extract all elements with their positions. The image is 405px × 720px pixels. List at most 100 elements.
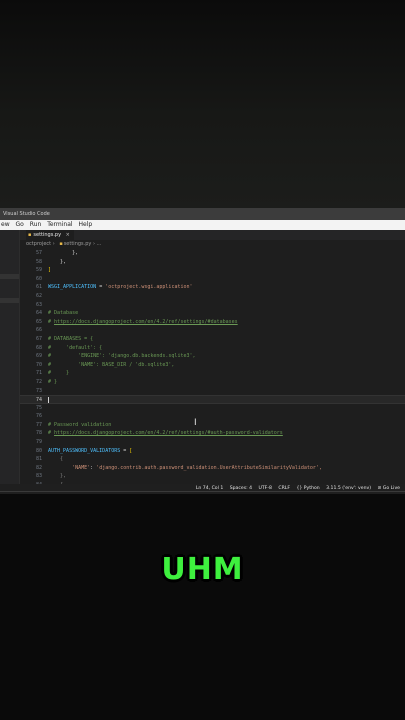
code-line[interactable]: 83 }, [20, 472, 405, 481]
line-number: 77 [35, 421, 42, 428]
code-text: }, [48, 473, 67, 480]
menu-item-help[interactable]: Help [79, 220, 93, 230]
code-text: AUTH_PASSWORD_VALIDATORS = [ [48, 447, 133, 454]
line-number: 68 [35, 344, 42, 351]
tab-settings-py[interactable]: ▪ settings.py × [26, 230, 74, 240]
code-text: # Password validation [48, 421, 112, 428]
code-text: # } [48, 370, 70, 377]
code-line[interactable]: 72 # } [20, 378, 405, 387]
status-language[interactable]: {} Python [296, 484, 319, 494]
code-line[interactable]: 64 # Database [20, 309, 405, 318]
line-number: 57 [35, 250, 42, 256]
line-number: 73 [35, 387, 42, 394]
code-text: # 'ENGINE': 'django.db.backends.sqlite3'… [48, 353, 196, 360]
line-number: 59 [35, 267, 42, 274]
sidebar-highlight [0, 274, 19, 279]
code-line[interactable]: 69 # 'ENGINE': 'django.db.backends.sqlite… [20, 352, 405, 361]
code-line[interactable]: 63 [20, 301, 405, 310]
status-go-live[interactable]: ⊘ Go Live [377, 484, 400, 494]
line-number: 83 [35, 473, 42, 480]
line-number: 65 [35, 318, 42, 325]
code-line[interactable]: 81 { [20, 455, 405, 464]
line-number: 78 [35, 430, 42, 437]
code-line[interactable]: 70 # 'NAME': BASE_DIR / 'db.sqlite3', [20, 361, 405, 370]
status-encoding[interactable]: UTF-8 [259, 484, 272, 494]
menu-item-view[interactable]: ew [1, 220, 10, 230]
code-line[interactable]: 73 [20, 387, 405, 396]
code-line[interactable]: 60 [20, 275, 405, 284]
breadcrumb-tail[interactable]: › ... [93, 241, 101, 247]
status-cursor-position[interactable]: Ln 74, Col 1 [196, 484, 223, 494]
code-line[interactable]: 79 [20, 438, 405, 447]
code-text: # } [48, 378, 58, 385]
line-number: 81 [35, 456, 42, 463]
code-text: # 'NAME': BASE_DIR / 'db.sqlite3', [48, 361, 175, 368]
code-text: # Database [48, 310, 79, 317]
status-indentation[interactable]: Spaces: 4 [230, 484, 252, 494]
breadcrumb-separator: › [52, 241, 55, 247]
breadcrumb: octproject › ▪settings.py › ... [20, 240, 405, 248]
menu-item-terminal[interactable]: Terminal [47, 220, 72, 230]
code-line[interactable]: 67 # DATABASES = { [20, 335, 405, 344]
video-caption: UHM [161, 552, 244, 587]
code-text: # https://docs.djangoproject.com/en/4.2/… [48, 430, 283, 437]
video-background-top [0, 0, 405, 208]
code-line[interactable]: 62 [20, 292, 405, 301]
code-line[interactable]: 66 [20, 326, 405, 335]
breadcrumb-file[interactable]: settings.py [64, 241, 92, 247]
line-number: 63 [35, 301, 42, 308]
code-line[interactable]: 78 # https://docs.djangoproject.com/en/4.… [20, 429, 405, 438]
code-line[interactable]: 75 [20, 404, 405, 413]
code-line[interactable]: 59] [20, 266, 405, 275]
vscode-window: Visual Studio Code ew Go Run Terminal He… [0, 208, 405, 494]
status-interpreter[interactable]: 3.11.5 ('env': venv) [326, 484, 371, 494]
line-number: 71 [35, 370, 42, 377]
code-line[interactable]: 77 # Password validation [20, 421, 405, 430]
code-line[interactable]: 57 }, [20, 249, 405, 258]
line-number: 62 [35, 292, 42, 299]
line-number: 69 [35, 353, 42, 360]
code-text: }, [48, 258, 67, 265]
line-number: 58 [35, 258, 42, 265]
editor-area[interactable]: ▪ settings.py × octproject › ▪settings.py… [20, 230, 405, 494]
line-number: 70 [35, 361, 42, 368]
code-line[interactable]: 76 [20, 412, 405, 421]
divider [0, 491, 405, 492]
code-text: }, [48, 250, 79, 256]
code-text: WSGI_APPLICATION = 'octproject.wsgi.appl… [48, 284, 193, 291]
line-number: 80 [35, 447, 42, 454]
breadcrumb-folder[interactable]: octproject [26, 241, 51, 247]
title-bar: Visual Studio Code [0, 208, 405, 220]
sidebar-highlight [0, 298, 19, 303]
code-line[interactable]: 61 WSGI_APPLICATION = 'octproject.wsgi.ap… [20, 283, 405, 292]
mouse-ibeam-icon: I [194, 418, 197, 428]
workbench: ▪ settings.py × octproject › ▪settings.py… [0, 230, 405, 494]
code-line[interactable]: 82 'NAME': 'django.contrib.auth.password… [20, 464, 405, 473]
line-number: 75 [35, 404, 42, 411]
code-line[interactable]: 80 AUTH_PASSWORD_VALIDATORS = [ [20, 447, 405, 456]
status-eol[interactable]: CRLF [278, 484, 290, 494]
line-number: 72 [35, 378, 42, 385]
line-number: 60 [35, 275, 42, 282]
line-number: 82 [35, 464, 42, 471]
code-text: # DATABASES = { [48, 335, 94, 342]
explorer-sidebar[interactable] [0, 230, 20, 484]
close-icon[interactable]: × [66, 232, 70, 238]
code-editor[interactable]: 57 }, 58 }, 59] 60 61 WSGI_APPLICATION = 'oct… [20, 249, 405, 494]
line-number: 67 [35, 335, 42, 342]
code-text: 'NAME': 'django.contrib.auth.password_va… [48, 464, 322, 471]
python-file-icon: ▪ [28, 232, 32, 238]
code-text: { [48, 456, 64, 463]
code-line[interactable]: 65 # https://docs.djangoproject.com/en/4.… [20, 318, 405, 327]
line-number: 61 [35, 284, 42, 291]
menu-bar: ew Go Run Terminal Help [0, 220, 405, 230]
code-line[interactable]: 58 }, [20, 258, 405, 267]
code-text: ] [48, 267, 52, 274]
code-line[interactable]: 74 [20, 395, 405, 404]
code-line[interactable]: 68 # 'default': { [20, 344, 405, 353]
menu-item-go[interactable]: Go [16, 220, 24, 230]
tab-label: settings.py [33, 232, 62, 238]
code-line[interactable]: 71 # } [20, 369, 405, 378]
window-title: Visual Studio Code [3, 211, 50, 217]
menu-item-run[interactable]: Run [30, 220, 42, 230]
